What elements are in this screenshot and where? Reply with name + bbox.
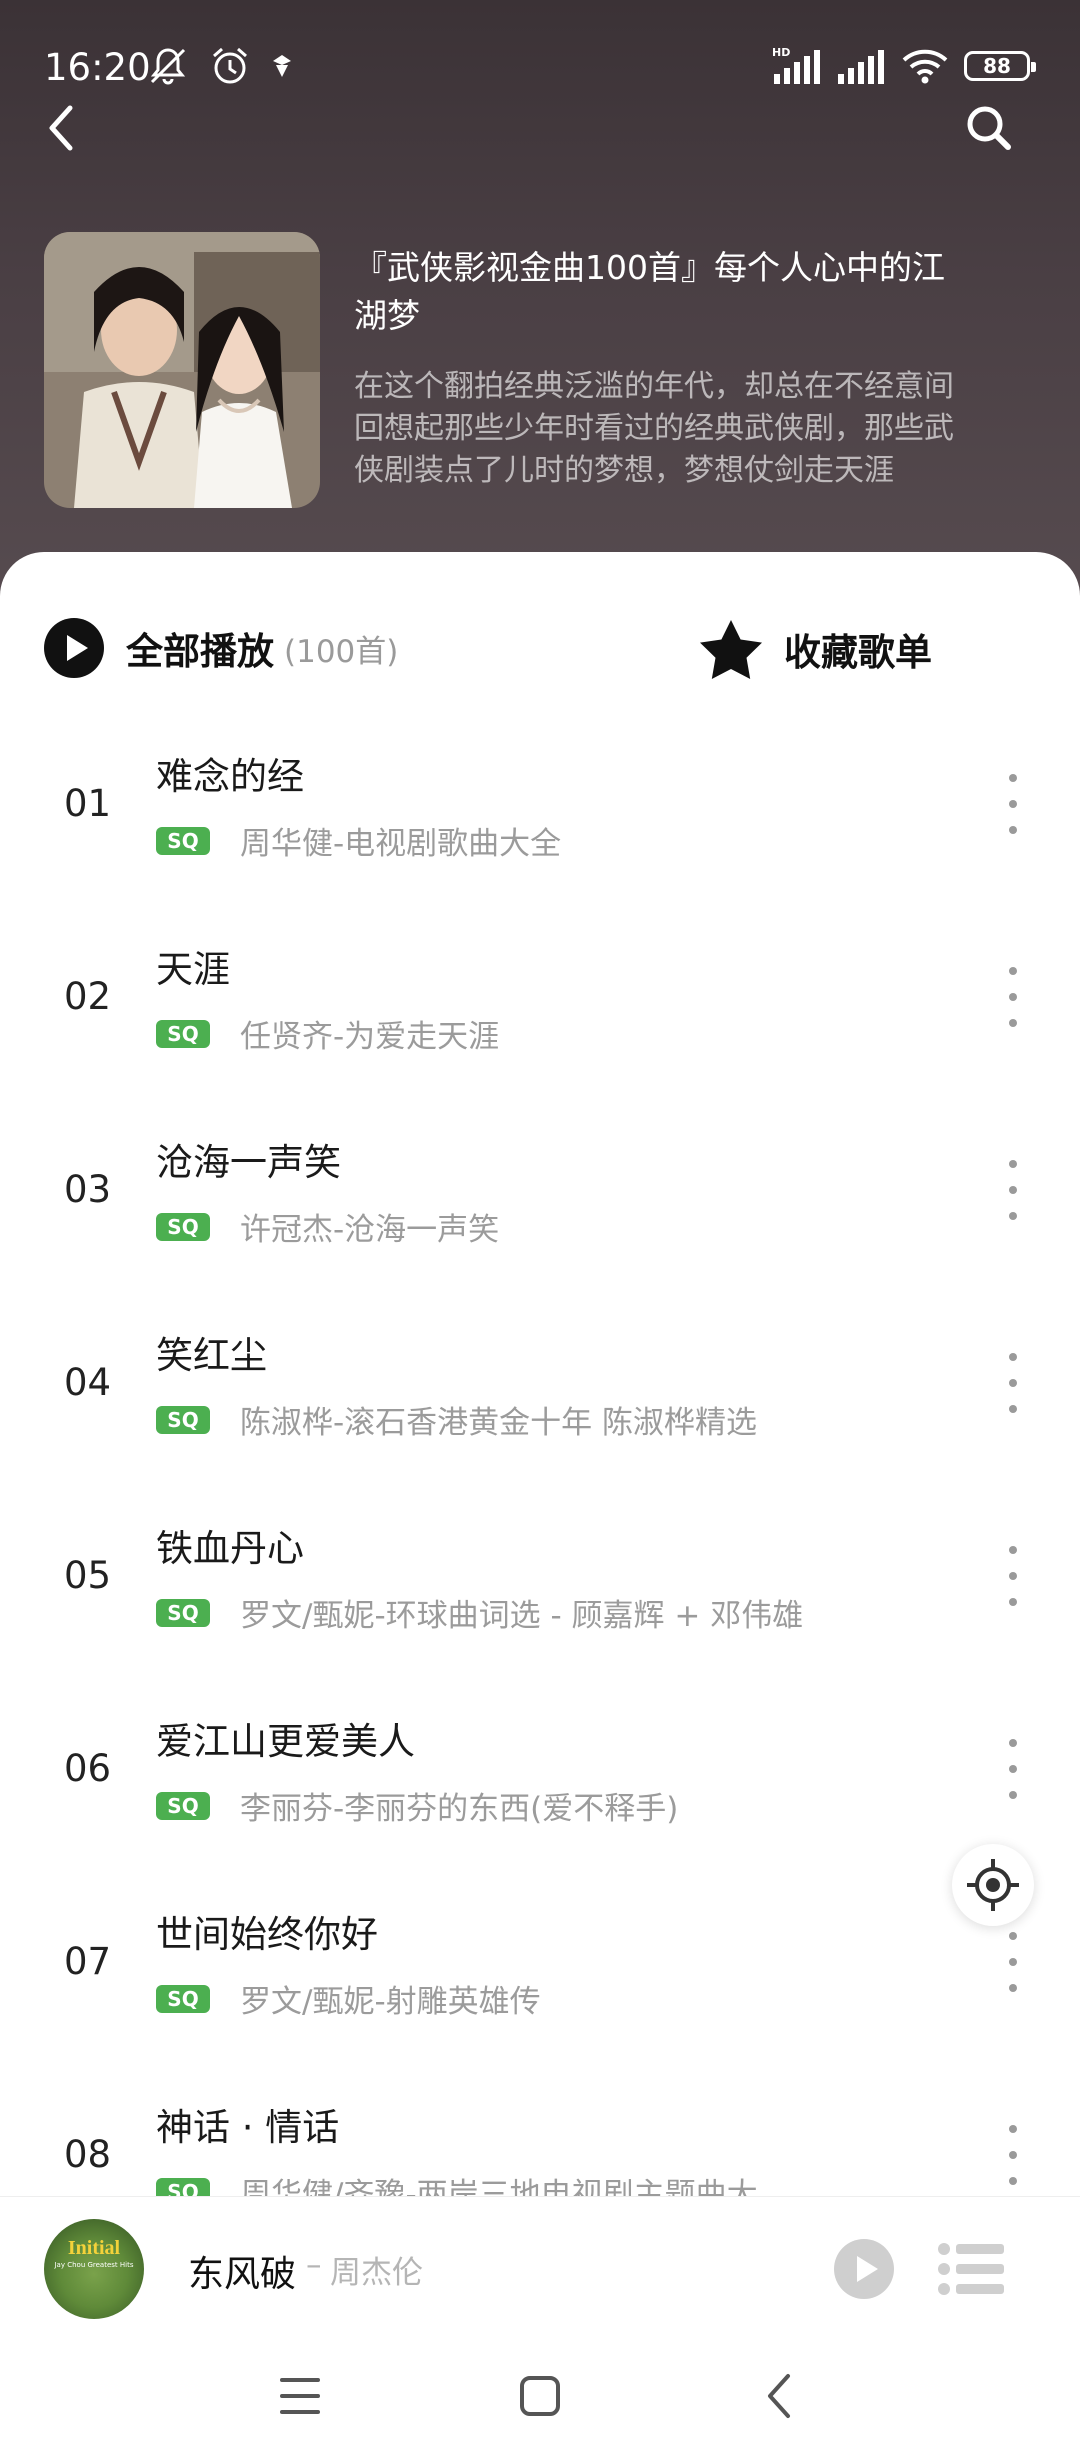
hd-signal-icon: HD [772,46,820,84]
signal-icon [838,50,884,84]
song-title: 神话 · 情话 [156,2106,340,2149]
song-title: 笑红尘 [156,1334,267,1377]
more-options-button[interactable] [998,1932,1028,1992]
song-number: 04 [64,1361,112,1404]
playlist-cover[interactable] [44,232,320,508]
play-all-label: 全部播放 [126,630,274,673]
playlist-page: 16:20 HD 88 『武侠影视金曲100首』每个人心中的江湖梦 在这个翻拍经… [0,0,1080,2460]
playlist-actions: 全部播放 (100首) 收藏歌单 [0,608,1080,688]
status-right-icons: HD 88 [772,46,1036,86]
play-all-count: (100首) [284,633,399,670]
more-options-button[interactable] [998,1353,1028,1413]
chevron-left-icon [49,105,73,151]
battery-level: 88 [983,54,1011,78]
play-circle-icon [44,618,104,678]
play-button[interactable] [834,2239,894,2299]
song-meta: SQ 任贤齐-为爱走天涯 [156,1011,499,1056]
cover-subtitle: Jay Chou Greatest Hits [54,2261,134,2269]
back-icon[interactable] [750,2366,810,2426]
song-number: 03 [64,1168,112,1211]
song-title: 铁血丹心 [156,1527,304,1570]
song-subtitle: 周华健-电视剧歌曲大全 [240,826,562,862]
song-number: 05 [64,1554,112,1597]
song-row[interactable]: 07 世间始终你好 SQ 罗文/甄妮-射雕英雄传 [0,1876,1080,2069]
song-subtitle: 罗文/甄妮-环球曲词选 - 顾嘉辉 + 邓伟雄 [240,1598,804,1634]
song-subtitle: 罗文/甄妮-射雕英雄传 [240,1984,541,2020]
svg-text:HD: HD [772,46,790,59]
alarm-icon [213,47,247,84]
sq-badge: SQ [156,1598,210,1627]
song-list: 01 难念的经 SQ 周华健-电视剧歌曲大全 02 天涯 SQ 任贤齐-为爱走天… [0,718,1080,2262]
more-options-button[interactable] [998,2125,1028,2185]
sq-badge: SQ [156,1984,210,2013]
more-options-button[interactable] [998,967,1028,1027]
song-title: 天涯 [156,948,230,991]
more-options-button[interactable] [998,774,1028,834]
cover-title: Initial [67,2237,121,2259]
song-title: 沧海一声笑 [156,1141,341,1184]
song-subtitle: 任贤齐-为爱走天涯 [240,1019,500,1055]
playlist-queue-button[interactable] [938,2241,1004,2297]
song-meta: SQ 许冠杰-沧海一声笑 [156,1204,499,1249]
queue-icon [938,2243,1004,2295]
now-playing-artist: 周杰伦 [330,2255,423,2291]
song-number: 06 [64,1747,112,1790]
song-subtitle: 李丽芬-李丽芬的东西(爱不释手) [240,1791,679,1827]
content-sheet: 全部播放 (100首) 收藏歌单 01 难念的经 SQ 周华健-电视剧歌曲大全 [0,552,1080,2460]
song-meta: SQ 罗文/甄妮-射雕英雄传 [156,1976,541,2021]
song-row[interactable]: 03 沧海一声笑 SQ 许冠杰-沧海一声笑 [0,1104,1080,1297]
song-subtitle: 许冠杰-沧海一声笑 [240,1212,500,1248]
notification-icon [273,55,291,77]
now-playing-cover: Initial Jay Chou Greatest Hits [44,2219,144,2319]
song-title: 难念的经 [156,755,304,798]
back-button[interactable] [40,100,80,156]
crosshair-icon [967,1859,1019,1911]
now-playing-separator: – [306,2247,322,2283]
playlist-title: 『武侠影视金曲100首』每个人心中的江湖梦 [354,248,945,335]
star-icon [700,620,762,679]
more-options-button[interactable] [998,1546,1028,1606]
status-left-icons [146,44,294,88]
status-time: 16:20 [44,46,151,89]
song-meta: SQ 罗文/甄妮-环球曲词选 - 顾嘉辉 + 邓伟雄 [156,1590,803,1635]
wifi-icon [902,49,948,84]
more-options-button[interactable] [998,1739,1028,1799]
song-subtitle: 陈淑桦-滚石香港黄金十年 陈淑桦精选 [240,1405,758,1441]
song-row[interactable]: 05 铁血丹心 SQ 罗文/甄妮-环球曲词选 - 顾嘉辉 + 邓伟雄 [0,1490,1080,1683]
song-row[interactable]: 06 爱江山更爱美人 SQ 李丽芬-李丽芬的东西(爱不释手) [0,1683,1080,1876]
song-title: 世间始终你好 [156,1913,378,1956]
song-row[interactable]: 04 笑红尘 SQ 陈淑桦-滚石香港黄金十年 陈淑桦精选 [0,1297,1080,1490]
song-number: 02 [64,975,112,1018]
sq-badge: SQ [156,826,210,855]
mini-player[interactable]: Initial Jay Chou Greatest Hits 东风破 – 周杰伦 [0,2196,1080,2336]
locate-playing-button[interactable] [952,1844,1034,1926]
playlist-description[interactable]: 在这个翻拍经典泛滥的年代，却总在不经意间回想起那些少年时看过的经典武侠剧，那些武… [354,366,954,492]
now-playing-title: 东风破 [188,2254,297,2295]
song-number: 01 [64,782,112,825]
menu-icon[interactable] [270,2366,330,2426]
song-meta: SQ 周华健-电视剧歌曲大全 [156,818,561,863]
song-number: 08 [64,2133,112,2176]
play-all-button[interactable]: 全部播放 (100首) [44,618,398,678]
sq-badge: SQ [156,1791,210,1820]
search-button[interactable] [960,100,1020,156]
song-meta: SQ 陈淑桦-滚石香港黄金十年 陈淑桦精选 [156,1397,757,1442]
song-row[interactable]: 02 天涯 SQ 任贤齐-为爱走天涯 [0,911,1080,1104]
system-nav-bar [0,2336,1080,2460]
home-icon[interactable] [510,2366,570,2426]
search-icon [967,106,1011,150]
favorite-label: 收藏歌单 [784,631,932,674]
song-meta: SQ 李丽芬-李丽芬的东西(爱不释手) [156,1783,678,1828]
favorite-playlist-button[interactable]: 收藏歌单 [698,618,932,680]
song-row[interactable]: 01 难念的经 SQ 周华健-电视剧歌曲大全 [0,718,1080,911]
sq-badge: SQ [156,1405,210,1434]
song-title: 爱江山更爱美人 [156,1720,415,1763]
sq-badge: SQ [156,1019,210,1048]
status-bar: 16:20 HD 88 [0,38,1080,98]
song-number: 07 [64,1940,112,1983]
sq-badge: SQ [156,1212,210,1241]
battery-icon: 88 [964,51,1036,81]
more-options-button[interactable] [998,1160,1028,1220]
mute-icon [150,48,186,85]
